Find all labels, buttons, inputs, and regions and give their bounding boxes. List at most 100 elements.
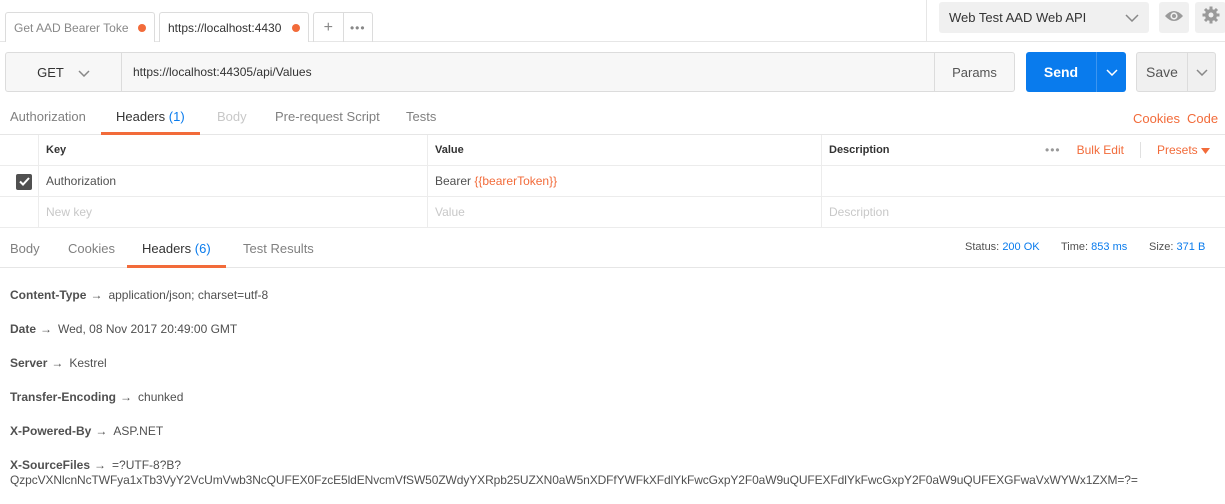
status-value: 200 OK xyxy=(1002,241,1040,253)
header-enabled-checkbox[interactable] xyxy=(16,174,32,190)
tab-actions: + ••• xyxy=(313,12,373,42)
tab-label: Get AAD Bearer Token xyxy=(14,20,128,35)
tab-get-aad-bearer-token[interactable]: Get AAD Bearer Token xyxy=(5,12,155,42)
response-tabs: Body Cookies Headers (6) Test Results St… xyxy=(0,232,1225,268)
environment-selected: Web Test AAD Web API xyxy=(949,10,1087,25)
response-header-value: application/json; charset=utf-8 xyxy=(108,288,269,302)
response-header-key: Server xyxy=(10,356,48,370)
arrow-right-icon: → xyxy=(94,458,107,472)
headers-count: (1) xyxy=(168,109,185,124)
response-header-key: Date xyxy=(10,322,37,336)
response-header-key: Transfer-Encoding xyxy=(10,390,117,404)
response-header-value: Wed, 08 Nov 2017 20:49:00 GMT xyxy=(58,322,238,336)
environment-select[interactable]: Web Test AAD Web API xyxy=(939,2,1149,33)
method-select[interactable]: GET xyxy=(6,53,122,91)
response-size: Size: 371 B xyxy=(1149,241,1205,253)
request-url-bar: GET Params xyxy=(5,52,1015,92)
tab-authorization[interactable]: Authorization xyxy=(10,102,86,135)
send-options-chevron-down-icon[interactable] xyxy=(1096,52,1126,92)
time-label: Time: xyxy=(1061,241,1089,253)
headers-table-header: Key Value Description ••• Bulk Edit Pres… xyxy=(0,135,1225,166)
code-link[interactable]: Code xyxy=(1187,111,1218,126)
headers-table: Key Value Description ••• Bulk Edit Pres… xyxy=(0,135,1225,228)
chevron-down-icon xyxy=(78,65,90,80)
response-header-value: ASP.NET xyxy=(113,424,164,438)
header-value[interactable]: Bearer {{bearerToken}} xyxy=(427,166,821,196)
response-header-item: X-Powered-By → ASP.NET xyxy=(10,424,1215,458)
environment-controls: Web Test AAD Web API xyxy=(926,0,1225,42)
response-header-value-continued: QzpcVXNlcnNcTWFya1xTb3VyY2VcUmVwb3NcQUFE… xyxy=(10,473,1138,487)
tab-pre-request-script[interactable]: Pre-request Script xyxy=(275,102,380,135)
response-header-item: Transfer-Encoding → chunked xyxy=(10,390,1215,424)
response-header-key: Content-Type xyxy=(10,288,87,302)
gear-icon xyxy=(1202,6,1220,29)
arrow-right-icon: → xyxy=(51,356,64,370)
tab-headers-label: Headers xyxy=(116,109,166,124)
save-label: Save xyxy=(1146,64,1178,80)
send-button[interactable]: Send xyxy=(1026,52,1126,92)
url-input[interactable] xyxy=(122,53,934,91)
header-key[interactable]: Authorization xyxy=(38,166,427,196)
header-value-prefix: Bearer xyxy=(435,174,475,188)
status-label: Status: xyxy=(965,241,1000,253)
new-header-row: New key Value Description xyxy=(0,197,1225,228)
response-header-value: Kestrel xyxy=(69,356,107,370)
tab-headers[interactable]: Headers (1) xyxy=(101,102,200,135)
response-tab-headers[interactable]: Headers (6) xyxy=(127,232,226,268)
tab-tests[interactable]: Tests xyxy=(406,102,436,135)
response-time: Time: 853 ms xyxy=(1061,241,1127,253)
send-label: Send xyxy=(1043,64,1079,80)
new-tab-button[interactable]: + xyxy=(314,13,343,42)
header-description[interactable] xyxy=(821,166,1225,196)
request-tabs: Authorization Headers (1) Body Pre-reque… xyxy=(0,102,1225,135)
tab-localhost-request[interactable]: https://localhost:44305 xyxy=(159,12,309,42)
params-button[interactable]: Params xyxy=(934,53,1014,91)
environment-quick-look-button[interactable] xyxy=(1159,2,1189,33)
tab-bar: Get AAD Bearer Token https://localhost:4… xyxy=(0,0,1225,42)
size-label: Size: xyxy=(1149,241,1174,253)
new-description-input[interactable]: Description xyxy=(821,197,1225,227)
unsaved-dot-icon xyxy=(292,23,300,32)
size-value: 371 B xyxy=(1176,241,1206,253)
cookies-link[interactable]: Cookies xyxy=(1133,111,1180,126)
new-key-input[interactable]: New key xyxy=(38,197,427,227)
response-header-item: Server → Kestrel xyxy=(10,356,1215,390)
column-options-button[interactable]: ••• xyxy=(1045,143,1061,157)
response-header-item: Date → Wed, 08 Nov 2017 20:49:00 GMT xyxy=(10,322,1215,356)
chevron-down-icon xyxy=(1125,10,1139,25)
response-header-item: Content-Type → application/json; charset=u… xyxy=(10,288,1215,322)
arrow-right-icon: → xyxy=(40,322,53,336)
presets-dropdown[interactable]: Presets xyxy=(1157,143,1210,157)
arrow-right-icon: → xyxy=(95,424,108,438)
response-headers-list: Content-Type → application/json; charset=u… xyxy=(10,288,1215,488)
save-options-chevron-down-icon[interactable] xyxy=(1187,53,1215,91)
arrow-right-icon: → xyxy=(90,288,103,302)
response-header-value: =?UTF-8?B? xyxy=(112,458,182,472)
bulk-edit-link[interactable]: Bulk Edit xyxy=(1077,143,1124,157)
manage-environments-button[interactable] xyxy=(1195,2,1225,33)
response-tab-cookies[interactable]: Cookies xyxy=(68,232,115,268)
time-value: 853 ms xyxy=(1091,241,1128,253)
arrow-right-icon: → xyxy=(120,390,133,404)
divider xyxy=(1139,142,1141,158)
new-value-input[interactable]: Value xyxy=(427,197,821,227)
column-description-label: Description xyxy=(829,144,890,156)
response-header-item: X-SourceFiles → =?UTF-8?B? QzpcVXNlcnNcTWF… xyxy=(10,458,1215,488)
response-header-key: X-Powered-By xyxy=(10,424,92,438)
header-value-variable: {{bearerToken}} xyxy=(474,174,558,188)
presets-label: Presets xyxy=(1156,143,1198,157)
response-header-key: X-SourceFiles xyxy=(10,458,91,472)
response-tab-test-results[interactable]: Test Results xyxy=(243,232,314,268)
response-tab-body[interactable]: Body xyxy=(10,232,40,268)
caret-down-icon xyxy=(1201,143,1210,157)
headers-table-actions: ••• Bulk Edit Presets xyxy=(1045,135,1210,165)
column-value: Value xyxy=(427,135,821,165)
tab-label: https://localhost:44305 xyxy=(168,20,282,35)
tab-body[interactable]: Body xyxy=(217,102,247,135)
column-key: Key xyxy=(38,135,427,165)
response-tab-headers-label: Headers xyxy=(142,241,192,256)
response-headers-count: (6) xyxy=(194,241,211,256)
tab-more-button[interactable]: ••• xyxy=(342,13,373,42)
save-button[interactable]: Save xyxy=(1136,52,1216,92)
response-header-value: chunked xyxy=(138,390,184,404)
